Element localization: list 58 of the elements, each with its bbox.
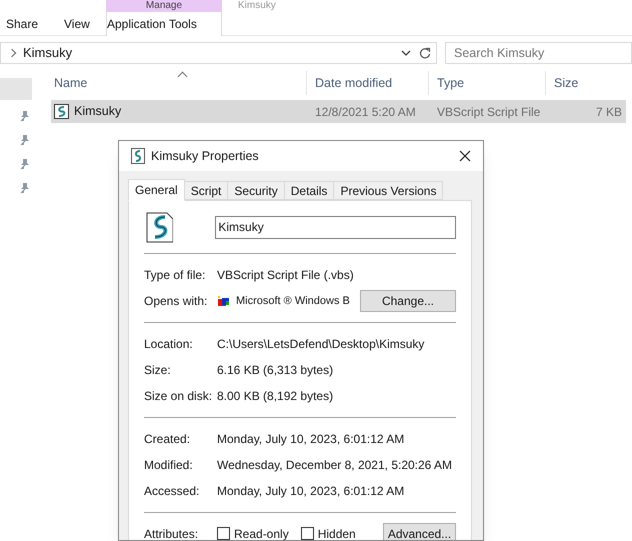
field-label: Opens with:: [144, 293, 208, 310]
pin-icon: [19, 134, 29, 146]
field-label: Attributes:: [144, 526, 200, 540]
dialog-title: Kimsuky Properties: [151, 148, 259, 165]
field-label: Type of file:: [144, 267, 206, 284]
field-label: Size:: [144, 362, 172, 379]
address-bar[interactable]: Kimsuky: [0, 42, 437, 64]
dialog-tab[interactable]: Security: [228, 181, 285, 200]
address-path: Kimsuky: [23, 44, 72, 62]
field-value: Microsoft ® Windows B: [236, 294, 351, 309]
column-header[interactable]: Date modified: [306, 71, 428, 95]
close-icon[interactable]: [459, 150, 471, 162]
checkbox-label: Read-only: [234, 526, 289, 540]
field-value: 8.00 KB (8,192 bytes): [217, 388, 334, 405]
field-label: Accessed:: [144, 483, 200, 500]
pin-icon: [19, 158, 29, 170]
field-label: Size on disk:: [144, 388, 214, 405]
field-label: Location:: [144, 336, 194, 353]
table-cell-text: VBScript Script File: [436, 104, 542, 120]
window-title: Kimsuky: [238, 0, 276, 12]
column-header[interactable]: Name: [51, 71, 306, 95]
checkbox[interactable]: [300, 527, 314, 540]
column-header[interactable]: Size: [545, 71, 626, 95]
file-name: Kimsuky: [74, 103, 122, 120]
field-value: 6.16 KB (6,313 bytes): [217, 362, 334, 379]
change-button[interactable]: Change...: [360, 290, 456, 312]
app-icon: [217, 295, 232, 307]
dialog-tab[interactable]: General: [128, 179, 185, 201]
field-value: Monday, July 10, 2023, 6:01:12 AM: [217, 431, 404, 448]
pin-icon: [19, 110, 29, 122]
checkbox-label: Hidden: [318, 526, 356, 540]
dialog-tab[interactable]: Details: [284, 181, 334, 200]
file-name-field[interactable]: Kimsuky: [215, 216, 456, 238]
field-value: Wednesday, December 8, 2021, 5:20:26 AM: [217, 457, 452, 474]
dialog-tab[interactable]: Script: [184, 181, 228, 200]
search-field[interactable]: Search Kimsuky: [445, 42, 632, 64]
table-cell-text: 7 KB: [594, 104, 623, 120]
field-label: Created:: [144, 431, 192, 448]
ribbon-tab[interactable]: Share: [6, 12, 64, 36]
script-file-icon: [54, 104, 69, 119]
ribbon-tab[interactable]: Application Tools: [106, 12, 222, 36]
refresh-icon[interactable]: [419, 47, 431, 59]
column-header[interactable]: Type: [428, 71, 545, 95]
advanced-button[interactable]: Advanced...: [383, 522, 456, 540]
script-file-icon: [131, 148, 145, 164]
field-value: VBScript Script File (.vbs): [217, 267, 354, 284]
script-file-icon: [146, 212, 174, 242]
dropdown-icon[interactable]: [401, 50, 411, 56]
field-value: C:\Users\LetsDefend\Desktop\Kimsuky: [217, 336, 424, 353]
context-tab-group: Manage: [106, 0, 222, 12]
file-row[interactable]: Kimsuky 12/8/2021 5:20 AM VBScript Script File 7 KB: [51, 100, 626, 123]
pin-icon: [19, 182, 29, 194]
table-cell-text: 12/8/2021 5:20 AM: [314, 104, 417, 120]
checkbox[interactable]: [217, 527, 230, 540]
dialog-tab[interactable]: Previous Versions: [334, 181, 444, 200]
field-value: Monday, July 10, 2023, 6:01:12 AM: [217, 483, 404, 500]
field-label: Modified:: [144, 457, 194, 474]
ribbon-tab[interactable]: View: [64, 12, 106, 36]
